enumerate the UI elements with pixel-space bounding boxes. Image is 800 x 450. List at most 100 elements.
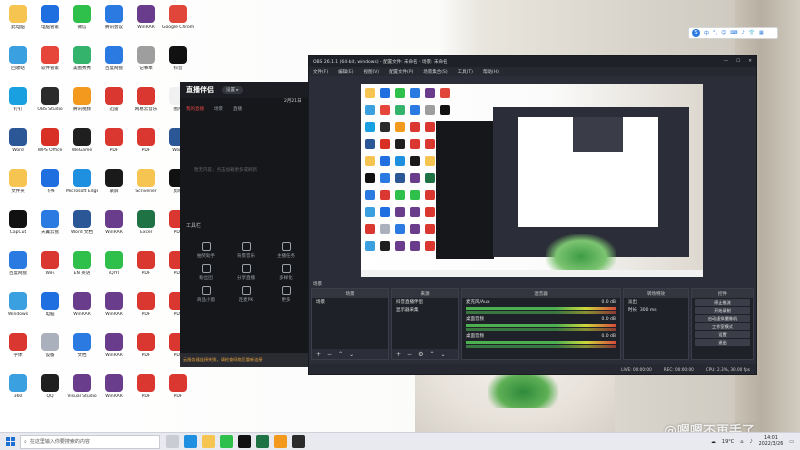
tool-item[interactable]: 商品小窗 — [186, 286, 226, 308]
menu-item[interactable]: 场景集合(S) — [423, 69, 447, 75]
ime-item-emoji[interactable]: ☺ — [721, 30, 726, 36]
transition-duration[interactable]: 时长 300 ms — [624, 306, 688, 314]
desktop-icon[interactable]: Google Chrome — [162, 2, 194, 43]
volume-slider[interactable] — [466, 311, 616, 314]
desktop-icon[interactable]: 百度网盘 — [2, 248, 34, 289]
minimize-icon[interactable]: — — [724, 59, 729, 64]
douyin-icon[interactable] — [238, 435, 251, 448]
menu-item[interactable]: 视图(V) — [363, 69, 379, 75]
sogou-icon[interactable]: S — [692, 29, 700, 37]
desktop-icon[interactable]: 此电脑 — [2, 2, 34, 43]
move-down-icon[interactable]: ⌄ — [349, 351, 354, 358]
scene-item[interactable]: 场景 — [312, 298, 388, 306]
ime-item-cn[interactable]: 中 — [704, 30, 709, 37]
control-button[interactable]: 启动虚拟摄像机 — [695, 315, 750, 322]
tool-item[interactable]: 主播任务 — [266, 242, 306, 264]
desktop-icon[interactable]: Excel — [130, 207, 162, 248]
excel-icon[interactable] — [256, 435, 269, 448]
explorer-icon[interactable] — [202, 435, 215, 448]
live-settings-badge[interactable]: 设置 ▸ — [222, 86, 243, 94]
desktop-icon[interactable]: 文档 — [66, 330, 98, 371]
ime-toolbar[interactable]: S 中 °, ☺ ⌨ ♪ 👕 ▦ — [688, 27, 778, 39]
desktop-icon[interactable]: Visual Studio — [66, 371, 98, 412]
desktop-icon[interactable]: WinRAR — [98, 371, 130, 412]
wechat-icon[interactable] — [220, 435, 233, 448]
desktop-icon[interactable]: Word 文档 — [66, 207, 98, 248]
control-button[interactable]: 停止推流 — [695, 299, 750, 306]
move-up-icon[interactable]: ⌃ — [338, 351, 343, 358]
desktop-icon[interactable]: 电脑管家 — [34, 2, 66, 43]
notification-icon[interactable]: ▭ — [789, 439, 794, 445]
desktop-icon[interactable]: WPS Office — [34, 125, 66, 166]
obs-window[interactable]: OBS 26.1.1 (64-bit, windows) - 配置文件: 未命名… — [308, 55, 757, 375]
source-item[interactable]: 抖音直播伴侣 — [392, 298, 458, 306]
desktop-icon[interactable]: 腾讯视频 — [66, 84, 98, 125]
start-button[interactable] — [0, 433, 20, 450]
desktop-icon[interactable]: QQ — [34, 371, 66, 412]
tool-item[interactable]: 多样化 — [266, 264, 306, 286]
desktop-icon[interactable]: 电脑 — [34, 289, 66, 330]
desktop-icon[interactable]: Word — [2, 125, 34, 166]
control-button[interactable]: 退出 — [695, 339, 750, 346]
desktop-icon[interactable]: Scrivener — [130, 166, 162, 207]
desktop-icon[interactable]: WinRAR — [98, 207, 130, 248]
volume-slider[interactable] — [466, 328, 616, 331]
desktop-icon[interactable]: 软件管家 — [34, 43, 66, 84]
desktop-icon[interactable]: WinRAR — [98, 289, 130, 330]
menu-item[interactable]: 工具(T) — [458, 69, 473, 75]
source-item[interactable]: 显示器采集 — [392, 306, 458, 314]
add-icon[interactable]: + — [396, 351, 401, 358]
ime-item-voice[interactable]: ♪ — [742, 30, 745, 36]
desktop-icon[interactable]: WiFi — [34, 248, 66, 289]
move-down-icon[interactable]: ⌄ — [440, 351, 445, 358]
volume-meter[interactable] — [466, 324, 616, 327]
menu-item[interactable]: 帮助(H) — [483, 69, 499, 75]
volume-icon[interactable]: ♪ — [749, 439, 752, 445]
desktop-icon[interactable]: 360 — [2, 371, 34, 412]
move-up-icon[interactable]: ⌃ — [429, 351, 434, 358]
desktop-icon[interactable]: EN 英语 — [66, 248, 98, 289]
desktop-icon[interactable]: 字体 — [2, 330, 34, 371]
obs-icon[interactable] — [292, 435, 305, 448]
desktop-icon[interactable]: PDF — [130, 289, 162, 330]
ime-item-tools[interactable]: ▦ — [759, 30, 764, 36]
desktop-icon[interactable]: 网易云音乐 — [130, 84, 162, 125]
tab-live[interactable]: 直播 — [233, 106, 242, 112]
volume-slider[interactable] — [466, 345, 616, 348]
ime-item-punct[interactable]: °, — [713, 30, 717, 36]
remove-icon[interactable]: − — [407, 351, 412, 358]
desktop-icon[interactable]: 设备 — [34, 330, 66, 371]
desktop-icon[interactable]: 美图秀秀 — [66, 43, 98, 84]
volume-meter[interactable] — [466, 341, 616, 344]
desktop-icon[interactable]: 迅雷 — [98, 84, 130, 125]
duration-value[interactable]: 300 ms — [640, 308, 657, 313]
tool-item[interactable]: 连麦PK — [226, 286, 266, 308]
desktop-icon[interactable]: 记事本 — [130, 43, 162, 84]
tab-my-live[interactable]: 我的直播 — [186, 106, 204, 112]
taskbar-search[interactable]: ⌕ 在这里输入你要搜索的内容 — [20, 434, 160, 449]
desktop-icon[interactable]: PDF — [130, 330, 162, 371]
add-icon[interactable]: + — [316, 351, 321, 358]
desktop-icon[interactable]: WeGame — [66, 125, 98, 166]
tab-scene[interactable]: 场景 — [214, 106, 223, 112]
control-button[interactable]: 开始录制 — [695, 307, 750, 314]
weather-icon[interactable]: ☁ — [711, 439, 716, 445]
desktop-icon[interactable]: 腾讯会议 — [98, 2, 130, 43]
desktop-icon[interactable]: 回收站 — [2, 43, 34, 84]
ime-item-skin[interactable]: 👕 — [749, 30, 755, 36]
remove-icon[interactable]: − — [327, 351, 332, 358]
desktop-icon[interactable]: 微信 — [66, 2, 98, 43]
desktop-icon[interactable]: Windows — [2, 289, 34, 330]
tool-item[interactable]: 背景音乐 — [226, 242, 266, 264]
ime-item-keyboard[interactable]: ⌨ — [730, 30, 737, 36]
desktop-icon[interactable]: Microsoft Edge — [66, 166, 98, 207]
desktop-icon[interactable]: 抖音 — [162, 43, 194, 84]
control-button[interactable]: 工作室模式 — [695, 323, 750, 330]
desktop-icon[interactable]: WinRAR — [66, 289, 98, 330]
desktop-icon[interactable]: 百度网盘 — [98, 43, 130, 84]
app-icon[interactable] — [274, 435, 287, 448]
desktop-icon[interactable]: WinRAR — [98, 330, 130, 371]
desktop-icon[interactable]: PDF — [130, 125, 162, 166]
obs-preview[interactable] — [361, 84, 703, 277]
menu-item[interactable]: 配置文件(P) — [389, 69, 413, 75]
